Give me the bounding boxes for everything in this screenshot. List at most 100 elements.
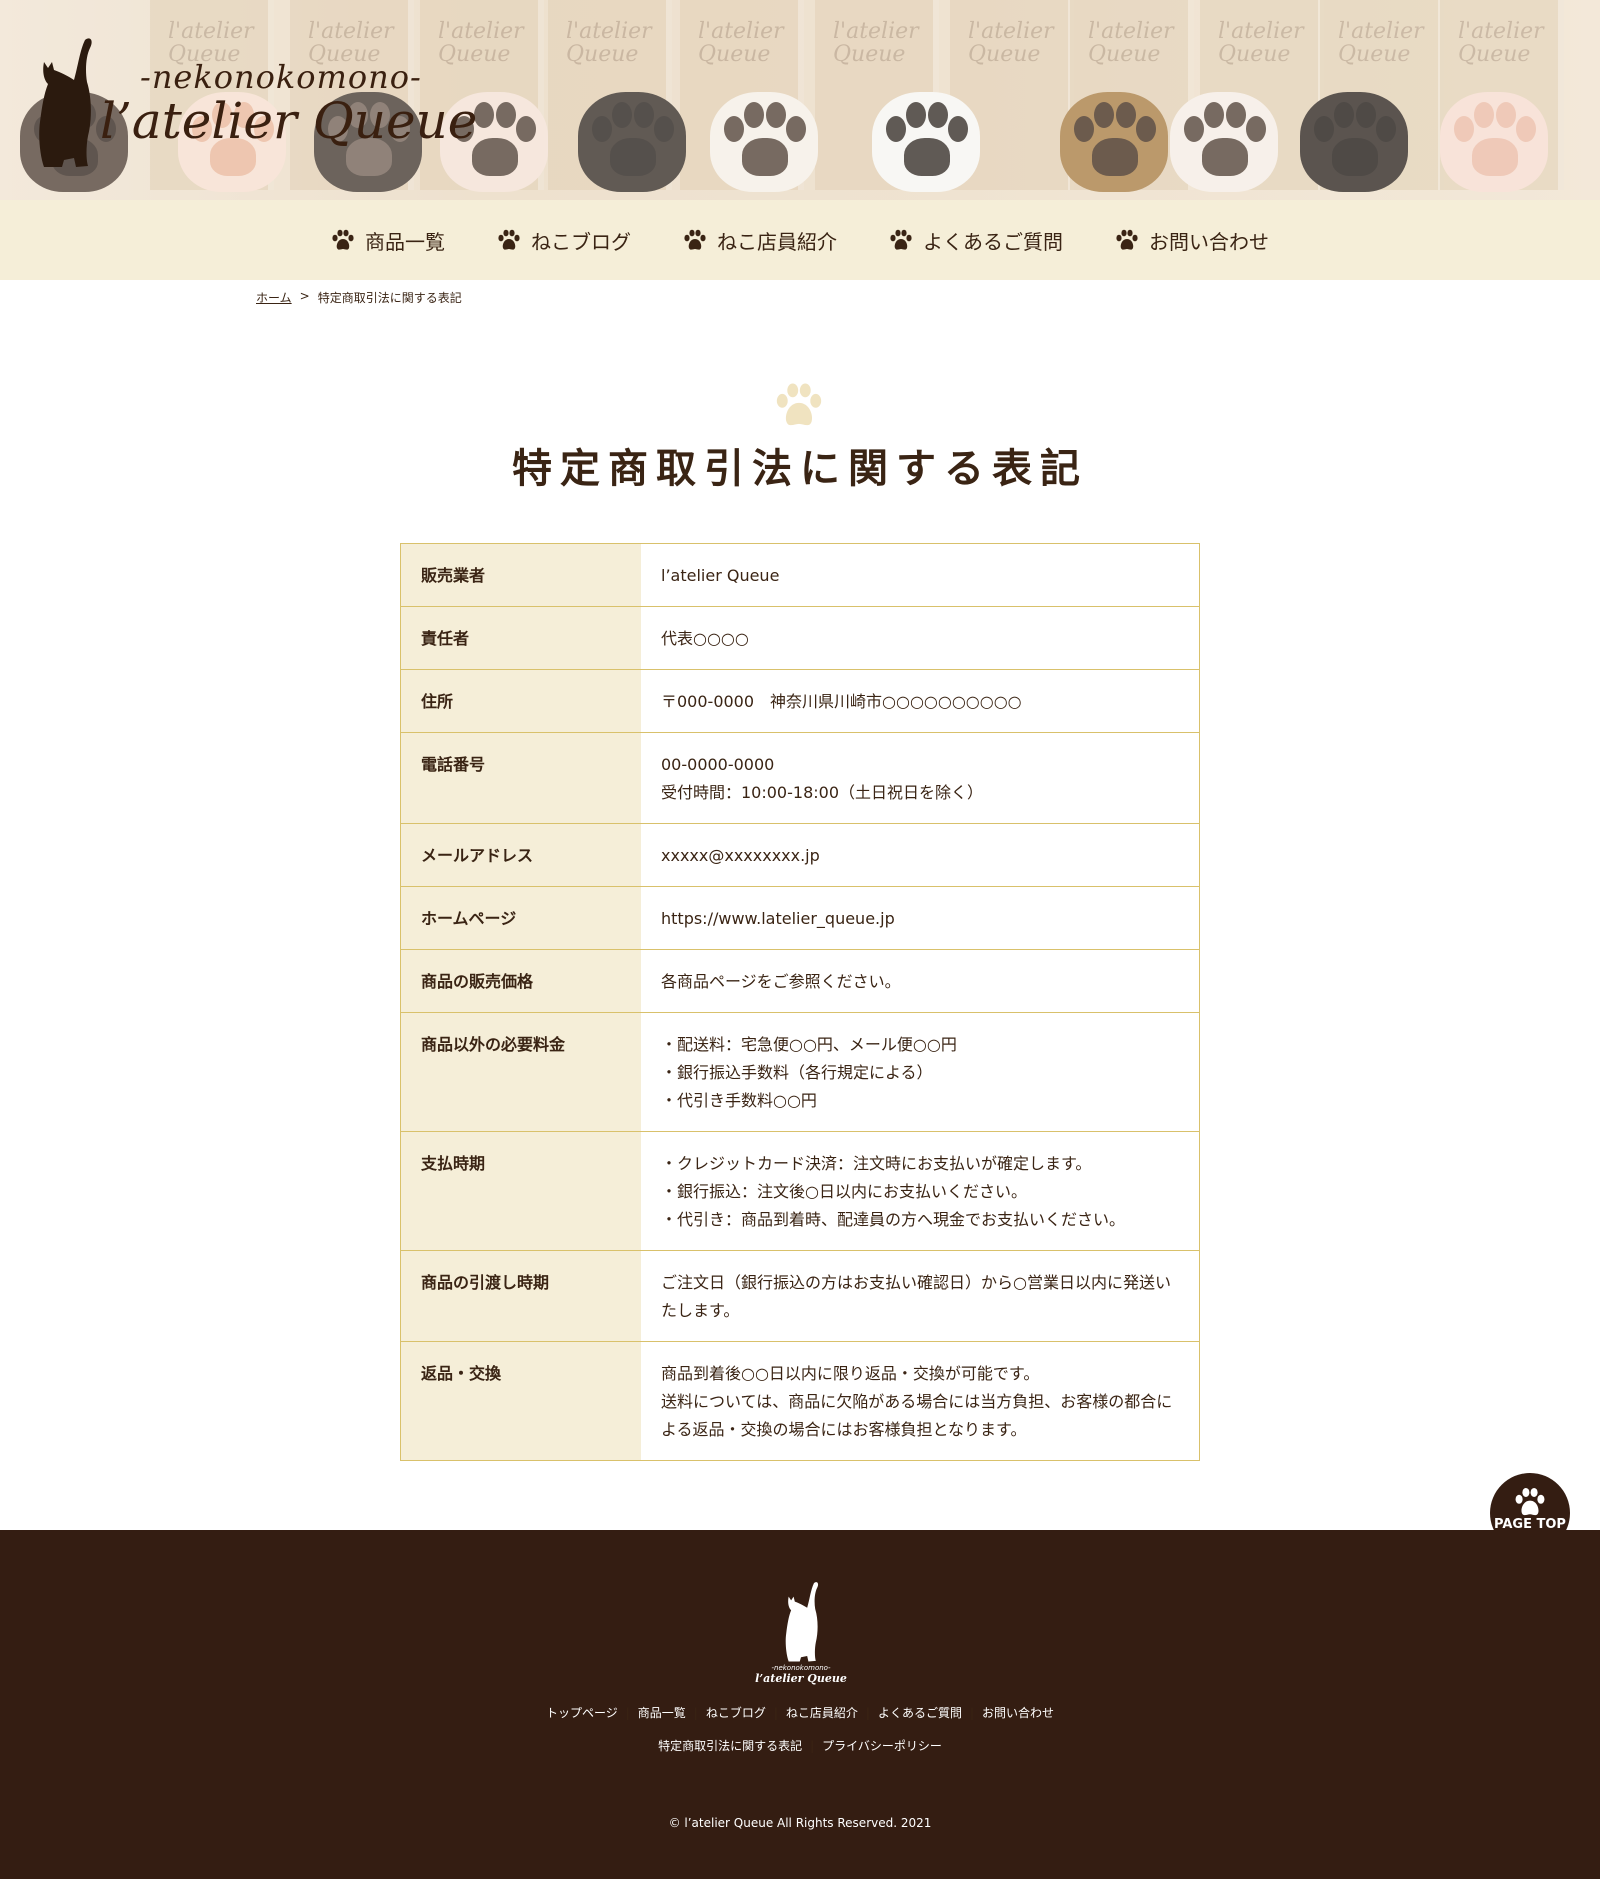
row-value-line: ・クレジットカード決済：注文時にお支払いが確定します。	[661, 1154, 1092, 1173]
paw-icon	[498, 229, 520, 250]
footer-link[interactable]: ねこブログ	[706, 1706, 766, 1720]
nav-item-label: ねこ店員紹介	[717, 229, 837, 254]
logo-name: l’atelier Queue	[100, 92, 478, 150]
row-value-line: ・銀行振込：注文後○日以内にお支払いください。	[661, 1182, 1027, 1201]
row-value-line: 送料については、商品に欠陥がある場合には当方負担、お客様の都合に	[661, 1392, 1173, 1411]
row-value: l’atelier Queue	[641, 544, 1199, 606]
footer-logo[interactable]: -nekonokomono- l’atelier Queue	[755, 1580, 847, 1686]
breadcrumb-separator: >	[299, 289, 310, 303]
table-row: 商品の販売価格 各商品ページをご参照ください。	[401, 950, 1199, 1013]
paw-icon	[776, 383, 822, 426]
footer-link[interactable]: プライバシーポリシー	[822, 1739, 942, 1753]
row-label: 商品の販売価格	[401, 950, 641, 1012]
copyright: © l’atelier Queue All Rights Reserved. 2…	[668, 1816, 932, 1830]
table-row: 支払時期 ・クレジットカード決済：注文時にお支払いが確定します。 ・銀行振込：注文後…	[401, 1132, 1199, 1251]
nav-item-label: 商品一覧	[365, 229, 445, 254]
row-value-line: ・代引き手数料○○円	[661, 1091, 817, 1110]
paw-icon	[332, 229, 354, 250]
footer-link-separator: |	[865, 1706, 870, 1720]
row-value-line: 商品到着後○○日以内に限り返品・交換が可能です。	[661, 1364, 1040, 1383]
row-value: 代表○○○○	[641, 607, 1199, 669]
cat-silhouette-icon	[785, 1582, 819, 1662]
breadcrumb: ホーム > 特定商取引法に関する表記	[256, 289, 462, 306]
row-value-line: l’atelier Queue	[661, 566, 780, 585]
footer-logo-tagline: -nekonokomono-	[771, 1664, 831, 1672]
footer-link-separator: |	[625, 1706, 630, 1720]
footer-link-separator: |	[773, 1706, 778, 1720]
table-row: 商品以外の必要料金 ・配送料：宅急便○○円、メール便○○円 ・銀行振込手数料（各行規…	[401, 1013, 1199, 1132]
table-row: 販売業者 l’atelier Queue	[401, 544, 1199, 607]
row-value: ・クレジットカード決済：注文時にお支払いが確定します。 ・銀行振込：注文後○日以内…	[641, 1132, 1199, 1250]
row-value-line: 受付時間：10:00-18:00（土日祝日を除く）	[661, 783, 983, 802]
page-title: 特定商取引法に関する表記	[512, 446, 1088, 492]
row-value-line: https://www.latelier_queue.jp	[661, 909, 895, 928]
row-label: 商品以外の必要料金	[401, 1013, 641, 1131]
row-value-line: よる返品・交換の場合にはお客様負担となります。	[661, 1420, 1027, 1439]
global-nav: 商品一覧 ねこブログ ねこ店員紹介 よくあるご質問 お問い合わせ	[0, 200, 1600, 280]
logo-tagline: -nekonokomono-	[140, 58, 422, 96]
table-row: 電話番号 00-0000-0000 受付時間：10:00-18:00（土日祝日を除く…	[401, 733, 1199, 824]
footer-logo-name: l’atelier Queue	[755, 1672, 847, 1685]
nav-item-products[interactable]: 商品一覧	[331, 226, 445, 255]
breadcrumb-home-link[interactable]: ホーム	[256, 289, 292, 306]
footer-link[interactable]: トップページ	[546, 1706, 618, 1720]
row-value-line: たします。	[661, 1301, 740, 1320]
row-value: 商品到着後○○日以内に限り返品・交換が可能です。送料については、商品に欠陥がある…	[641, 1342, 1199, 1460]
commerce-disclosure-table: 販売業者 l’atelier Queue 責任者 代表○○○○ 住所 〒000-0000 …	[400, 543, 1200, 1461]
row-value-line: 各商品ページをご参照ください。	[661, 972, 901, 991]
row-value: xxxxx@xxxxxxxx.jp	[641, 824, 1199, 886]
row-value-line: xxxxx@xxxxxxxx.jp	[661, 846, 820, 865]
row-label: 住所	[401, 670, 641, 732]
row-value-line: 00-0000-0000	[661, 755, 775, 774]
paw-icon	[684, 229, 706, 250]
paw-icon	[1515, 1487, 1545, 1516]
row-value-line: 代表○○○○	[661, 629, 749, 648]
row-value: https://www.latelier_queue.jp	[641, 887, 1199, 949]
table-row: メールアドレス xxxxx@xxxxxxxx.jp	[401, 824, 1199, 887]
cat-silhouette-icon	[39, 38, 92, 167]
breadcrumb-current: 特定商取引法に関する表記	[317, 291, 462, 305]
table-row: 返品・交換 商品到着後○○日以内に限り返品・交換が可能です。 送料については、商品に…	[401, 1342, 1199, 1460]
paw-icon	[1116, 229, 1138, 250]
site-logo[interactable]: -nekonokomono- l’atelier Queue	[30, 36, 477, 176]
row-value: ご注文日（銀行振込の方はお支払い確認日）から○営業日以内に発送い たします。	[641, 1251, 1199, 1341]
row-label: 商品の引渡し時期	[401, 1251, 641, 1341]
row-label: 支払時期	[401, 1132, 641, 1250]
row-value-line: ・代引き：商品到着時、配達員の方へ現金でお支払いください。	[661, 1210, 1126, 1229]
footer-link[interactable]: ねこ店員紹介	[786, 1706, 858, 1720]
footer-link[interactable]: お問い合わせ	[982, 1706, 1054, 1720]
table-row: 責任者 代表○○○○	[401, 607, 1199, 670]
nav-item-contact[interactable]: お問い合わせ	[1115, 226, 1269, 255]
table-row: 住所 〒000-0000 神奈川県川崎市○○○○○○○○○○	[401, 670, 1199, 733]
footer-link[interactable]: 特定商取引法に関する表記	[658, 1739, 802, 1753]
footer-links-secondary: 特定商取引法に関する表記 | プライバシーポリシー	[0, 1737, 1600, 1754]
row-label: メールアドレス	[401, 824, 641, 886]
footer-link[interactable]: よくあるご質問	[878, 1706, 962, 1720]
table-row: 商品の引渡し時期 ご注文日（銀行振込の方はお支払い確認日）から○営業日以内に発送い…	[401, 1251, 1199, 1342]
nav-item-staff[interactable]: ねこ店員紹介	[683, 226, 837, 255]
nav-item-label: よくあるご質問	[923, 229, 1063, 254]
row-value: ・配送料：宅急便○○円、メール便○○円 ・銀行振込手数料（各行規定による） ・代引き…	[641, 1013, 1199, 1131]
footer-link-separator: |	[969, 1706, 975, 1720]
row-label: ホームページ	[401, 887, 641, 949]
row-label: 電話番号	[401, 733, 641, 823]
row-value-line: 〒000-0000 神奈川県川崎市○○○○○○○○○○	[661, 692, 1022, 711]
nav-item-blog[interactable]: ねこブログ	[497, 226, 631, 255]
footer-links-primary: トップページ | 商品一覧 | ねこブログ | ねこ店員紹介 | よくあるご質問 | お問い合わせ	[0, 1704, 1600, 1721]
row-value-line: ・銀行振込手数料（各行規定による）	[661, 1063, 933, 1082]
paw-icon	[890, 229, 912, 250]
footer-link-separator: |	[693, 1706, 698, 1720]
row-label: 販売業者	[401, 544, 641, 606]
nav-item-faq[interactable]: よくあるご質問	[889, 226, 1063, 255]
row-value-line: ・配送料：宅急便○○円、メール便○○円	[661, 1035, 957, 1054]
nav-item-label: ねこブログ	[531, 229, 631, 254]
footer-link[interactable]: 商品一覧	[638, 1706, 686, 1720]
row-value-line: ご注文日（銀行振込の方はお支払い確認日）から○営業日以内に発送い	[661, 1273, 1171, 1292]
nav-item-label: お問い合わせ	[1149, 229, 1269, 254]
table-row: ホームページ https://www.latelier_queue.jp	[401, 887, 1199, 950]
row-value: 各商品ページをご参照ください。	[641, 950, 1199, 1012]
header-banner: l'atelier Queue l'atelier Queue l'atelier …	[0, 0, 1600, 200]
row-value: 00-0000-0000 受付時間：10:00-18:00（土日祝日を除く）	[641, 733, 1199, 823]
footer-link-separator: |	[810, 1739, 815, 1753]
row-label: 返品・交換	[401, 1342, 641, 1460]
